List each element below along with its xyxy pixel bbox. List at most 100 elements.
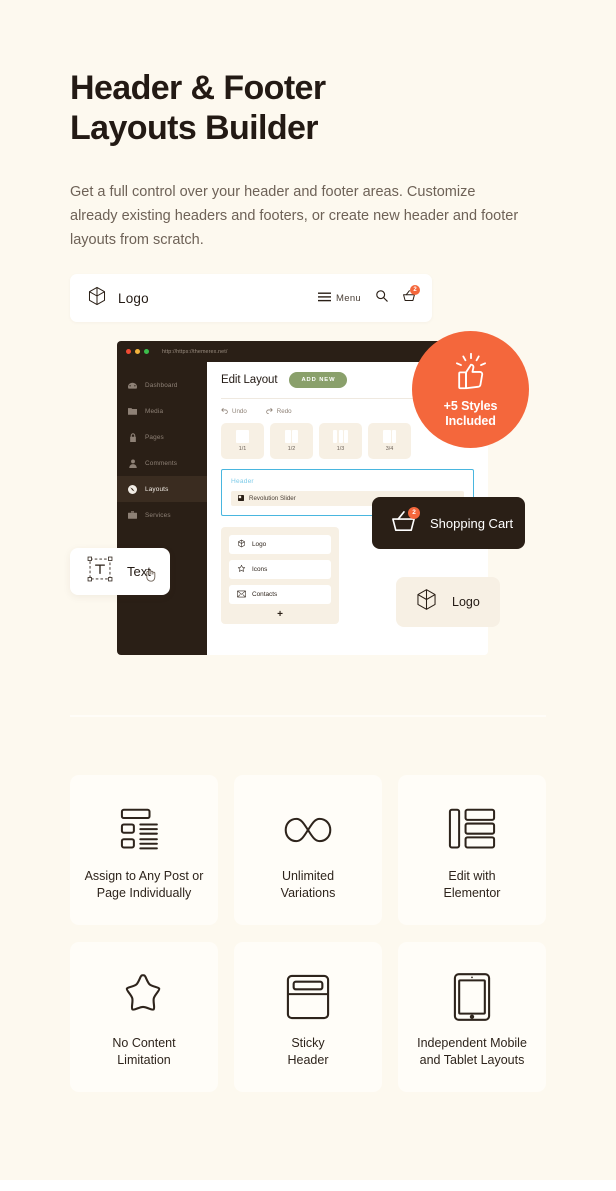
undo-label: Undo <box>232 408 247 415</box>
column-preset-label: 1/1 <box>238 446 247 452</box>
column-glyph-icon <box>382 430 397 443</box>
address-bar-url[interactable]: http://https://themerex.net/ <box>162 349 227 355</box>
sidebar-item-label: Dashboard <box>145 381 178 389</box>
redo-icon <box>266 407 273 416</box>
logo-widget-label: Logo <box>452 595 480 609</box>
column-preset[interactable]: 1/1 <box>221 423 264 459</box>
feature-card-unlimited-variations[interactable]: Unlimited Variations <box>234 775 382 925</box>
hamburger-icon <box>318 289 332 307</box>
section-divider <box>70 715 546 717</box>
header-section-title: Header <box>231 478 254 485</box>
feature-card-no-content-limitation[interactable]: No Content Limitation <box>70 942 218 1092</box>
add-new-button[interactable]: ADD NEW <box>289 372 348 388</box>
envelope-icon <box>237 590 246 600</box>
sidebar-item-pages[interactable]: Pages <box>117 424 207 450</box>
sidebar-item-media[interactable]: Media <box>117 398 207 424</box>
grab-hand-cursor-icon <box>144 567 158 587</box>
styles-included-badge: +5 Styles Included <box>412 331 529 448</box>
column-preset[interactable]: 1/3 <box>319 423 362 459</box>
sticky-header-icon <box>286 971 330 1023</box>
media-icon <box>128 407 137 416</box>
styles-included-label: +5 Styles Included <box>443 398 498 428</box>
menu-label: Menu <box>336 292 361 304</box>
star-icon <box>237 564 246 575</box>
page-root: Header & Footer Layouts Builder Get a fu… <box>0 0 616 1180</box>
page-title: Header & Footer Layouts Builder <box>70 69 326 147</box>
minimize-dot-icon[interactable] <box>135 349 140 354</box>
sidebar-item-layouts[interactable]: Layouts <box>117 476 207 502</box>
feature-caption: Sticky Header <box>287 1036 329 1067</box>
feature-card-sticky-header[interactable]: Sticky Header <box>234 942 382 1092</box>
feature-caption: Edit with Elementor <box>443 869 501 900</box>
text-widget-chip[interactable]: Text <box>70 548 170 595</box>
shopping-cart-label: Shopping Cart <box>430 515 514 531</box>
thumbs-up-icon <box>451 351 491 396</box>
maximize-dot-icon[interactable] <box>144 349 149 354</box>
sidebar-item-label: Services <box>145 511 171 519</box>
hero-subtitle: Get a full control over your header and … <box>70 184 519 248</box>
menu-button[interactable]: Menu <box>318 289 361 307</box>
column-preset-label: 1/2 <box>287 446 296 452</box>
feature-caption: Assign to Any Post or Page Individually <box>84 869 204 900</box>
header-logo[interactable]: Logo <box>86 285 149 312</box>
column-glyph-icon <box>236 430 249 443</box>
shopping-cart-chip[interactable]: 2 Shopping Cart <box>372 497 525 549</box>
add-widget-button[interactable]: + <box>229 610 331 620</box>
column-preset-label: 1/3 <box>336 446 345 452</box>
redo-button[interactable]: Redo <box>266 407 292 416</box>
hero-section: Header & Footer Layouts Builder Get a fu… <box>70 68 540 252</box>
revolution-slider-label: Revolution Slider <box>249 495 296 502</box>
widget-label: Contacts <box>252 591 278 598</box>
widget-label: Icons <box>252 566 268 573</box>
list-layout-icon <box>120 804 168 856</box>
search-icon[interactable] <box>375 289 388 307</box>
feature-grid: Assign to Any Post or Page Individually … <box>70 775 546 1092</box>
widget-logo[interactable]: Logo <box>229 535 331 554</box>
cart-button[interactable]: 2 <box>402 285 420 307</box>
feature-caption: No Content Limitation <box>112 1036 176 1067</box>
widget-contacts[interactable]: Contacts <box>229 585 331 604</box>
header-actions: Menu 2 <box>318 285 420 307</box>
briefcase-icon <box>128 511 137 520</box>
sidebar-item-label: Media <box>145 407 164 415</box>
cube-icon <box>86 285 108 312</box>
column-glyph-icon <box>284 430 299 443</box>
slider-icon <box>238 494 244 503</box>
widget-label: Logo <box>252 541 267 548</box>
column-preset[interactable]: 3/4 <box>368 423 411 459</box>
column-preset[interactable]: 1/2 <box>270 423 313 459</box>
text-tool-icon <box>87 556 113 587</box>
sidebar-item-label: Comments <box>145 459 178 467</box>
admin-sidebar: Dashboard Media Pages Comments Layouts S… <box>117 362 207 655</box>
edit-layout-title: Edit Layout <box>221 374 278 386</box>
header-logo-label: Logo <box>118 290 149 306</box>
redo-label: Redo <box>276 408 292 415</box>
column-preset-label: 3/4 <box>385 446 394 452</box>
feature-card-assign-to-post[interactable]: Assign to Any Post or Page Individually <box>70 775 218 925</box>
feature-card-edit-with-elementor[interactable]: Edit with Elementor <box>398 775 546 925</box>
lock-icon <box>128 432 137 442</box>
logo-widget-chip[interactable]: Logo <box>396 577 500 627</box>
star-icon <box>118 971 170 1023</box>
undo-icon <box>221 407 228 416</box>
feature-card-independent-layouts[interactable]: Independent Mobile and Tablet Layouts <box>398 942 546 1092</box>
infinity-icon <box>282 804 334 856</box>
undo-button[interactable]: Undo <box>221 407 247 416</box>
sidebar-item-label: Pages <box>145 433 164 441</box>
sidebar-item-label: Layouts <box>145 485 169 493</box>
widget-list: Logo Icons Contacts + <box>221 527 339 624</box>
user-icon <box>128 458 137 468</box>
layouts-icon <box>128 484 137 494</box>
cube-icon <box>237 539 246 550</box>
sidebar-item-services[interactable]: Services <box>117 502 207 528</box>
close-dot-icon[interactable] <box>126 349 131 354</box>
sidebar-item-comments[interactable]: Comments <box>117 450 207 476</box>
cart-count-badge: 2 <box>408 507 420 519</box>
feature-caption: Unlimited Variations <box>280 869 336 900</box>
tablet-icon <box>453 971 491 1023</box>
widget-icons[interactable]: Icons <box>229 560 331 579</box>
column-glyph-icon <box>333 430 348 443</box>
header-preview-bar: Logo Menu 2 <box>70 274 432 322</box>
sidebar-item-dashboard[interactable]: Dashboard <box>117 372 207 398</box>
cart-count-badge: 2 <box>410 285 420 295</box>
